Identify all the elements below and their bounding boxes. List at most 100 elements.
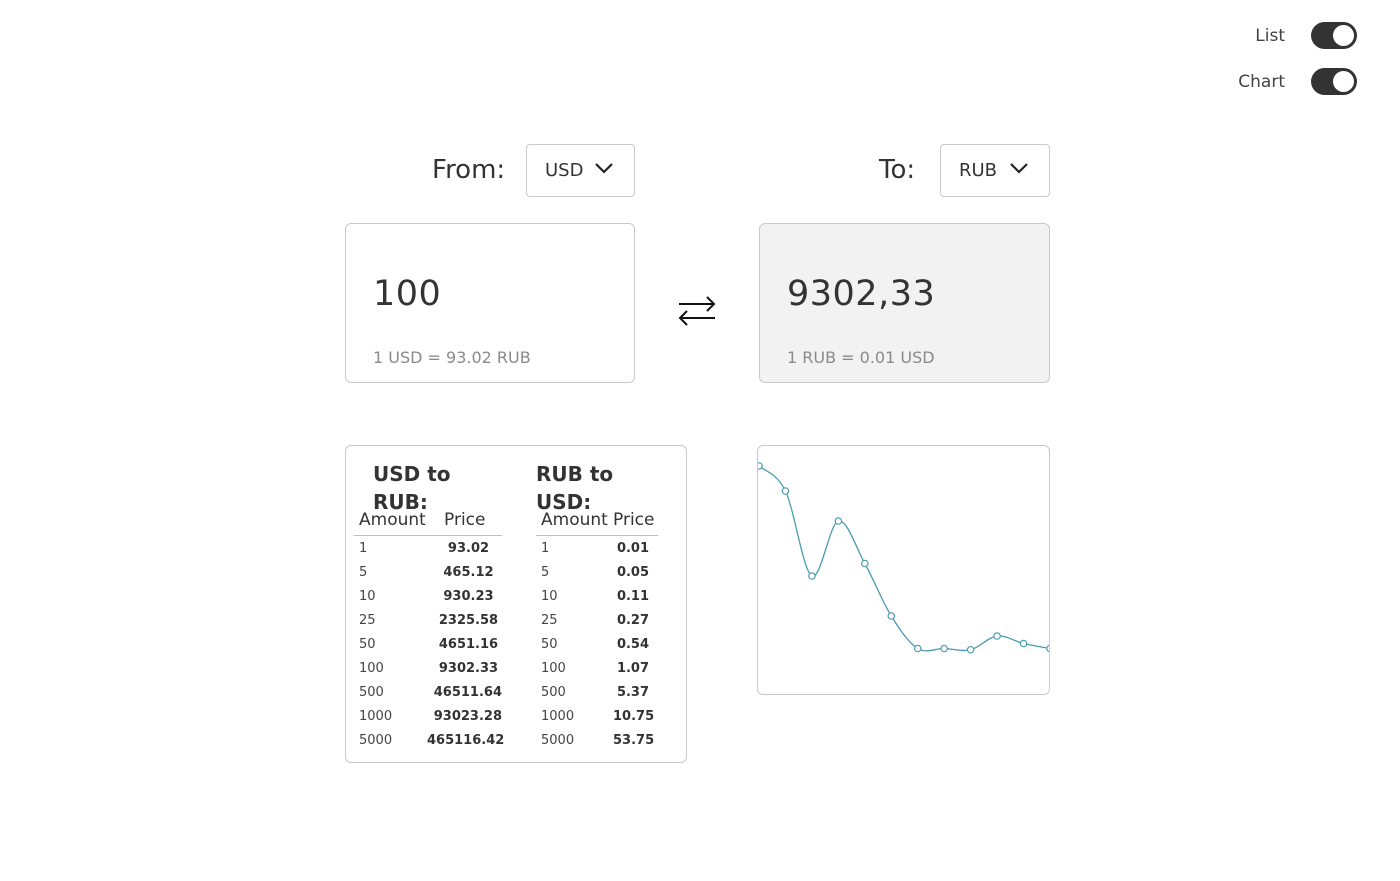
row-price: 0.27 xyxy=(616,612,650,628)
table-row: 10 0.11 xyxy=(536,584,658,608)
table-row: 500 46511.64 xyxy=(354,680,502,704)
list-toggle-switch[interactable] xyxy=(1311,22,1357,49)
row-price: 10.75 xyxy=(613,708,655,724)
swap-arrows-icon[interactable] xyxy=(677,293,717,329)
row-price: 465116.42 xyxy=(427,732,505,748)
rate-data-point xyxy=(913,644,922,653)
table-row: 100 9302.33 xyxy=(354,656,502,680)
row-price: 46511.64 xyxy=(433,684,502,700)
to-currency-value: RUB xyxy=(959,160,998,181)
row-amount: 1 xyxy=(359,540,368,556)
from-label: From: xyxy=(432,155,506,185)
row-price: 5.37 xyxy=(616,684,650,700)
from-currency-select[interactable]: USD xyxy=(526,144,635,197)
row-amount: 25 xyxy=(541,612,558,628)
header-amount: Amount xyxy=(541,510,608,530)
to-label: To: xyxy=(879,155,916,185)
row-price: 93023.28 xyxy=(433,708,502,724)
table-row: 1 0.01 xyxy=(536,536,658,560)
row-price: 465.12 xyxy=(443,564,494,580)
table-row: 1 93.02 xyxy=(354,536,502,560)
row-amount: 1 xyxy=(541,540,550,556)
row-price: 0.54 xyxy=(616,636,650,652)
row-amount: 50 xyxy=(359,636,376,652)
table-row: 50 4651.16 xyxy=(354,632,502,656)
to-amount-box: 9302,33 1 RUB = 0.01 USD xyxy=(759,223,1050,383)
rate-data-point xyxy=(781,487,790,495)
chart-toggle-row: Chart xyxy=(1238,68,1357,95)
usd-to-rub-list: USD to RUB: Amount Price 1 93.02 5 465.12 10… xyxy=(354,460,505,752)
to-amount-output: 9302,33 xyxy=(787,274,936,314)
rub-to-usd-list: RUB to USD: Amount Price 1 0.01 5 0.05 10 0.1… xyxy=(536,460,658,752)
table-row: 5 465.12 xyxy=(354,560,502,584)
header-price: Price xyxy=(613,510,655,530)
rate-data-point xyxy=(1046,644,1049,653)
row-amount: 5 xyxy=(541,564,550,580)
table-row: 5 0.05 xyxy=(536,560,658,584)
chart-toggle-switch[interactable] xyxy=(1311,68,1357,95)
row-amount: 25 xyxy=(359,612,376,628)
row-amount: 100 xyxy=(359,660,384,676)
header-amount: Amount xyxy=(359,510,426,530)
row-amount: 500 xyxy=(541,684,566,700)
table-header: Amount Price xyxy=(354,510,502,536)
chart-toggle-knob xyxy=(1333,71,1354,92)
row-amount: 100 xyxy=(541,660,566,676)
row-amount: 10 xyxy=(541,588,558,604)
table-row: 50 0.54 xyxy=(536,632,658,656)
list-toggle-row: List xyxy=(1255,22,1357,49)
table-row: 500 5.37 xyxy=(536,680,658,704)
table-body: 1 93.02 5 465.12 10 930.23 25 2325.58 50 4651.16 1… xyxy=(354,536,505,752)
rate-data-point xyxy=(861,559,869,568)
from-currency-value: USD xyxy=(545,160,584,181)
row-amount: 5000 xyxy=(541,732,575,748)
row-price: 4651.16 xyxy=(438,636,499,652)
table-body: 1 0.01 5 0.05 10 0.11 25 0.27 50 0.54 100 1.07 500 5.… xyxy=(536,536,658,752)
row-price: 1.07 xyxy=(616,660,650,676)
list-toggle-knob xyxy=(1333,25,1354,46)
row-amount: 50 xyxy=(541,636,558,652)
rate-data-point xyxy=(834,517,843,525)
chart-toggle-label: Chart xyxy=(1238,71,1285,92)
table-row: 25 2325.58 xyxy=(354,608,502,632)
row-price: 0.05 xyxy=(616,564,650,580)
table-row: 5000 465116.42 xyxy=(354,728,505,752)
list-title-left: USD to RUB: xyxy=(373,462,451,514)
rate-data-point xyxy=(940,644,948,653)
chevron-down-icon xyxy=(595,163,613,174)
table-row: 10 930.23 xyxy=(354,584,502,608)
to-currency-select[interactable]: RUB xyxy=(940,144,1050,197)
rate-data-point xyxy=(808,572,816,580)
row-amount: 500 xyxy=(359,684,384,700)
row-amount: 5 xyxy=(359,564,368,580)
row-amount: 1000 xyxy=(541,708,575,724)
row-price: 2325.58 xyxy=(438,612,499,628)
chevron-down-icon xyxy=(1010,163,1028,174)
table-row: 25 0.27 xyxy=(536,608,658,632)
header-price: Price xyxy=(444,510,486,530)
row-price: 0.01 xyxy=(616,540,650,556)
list-title-right: RUB to USD: xyxy=(536,462,614,514)
rate-data-point xyxy=(758,462,763,470)
rate-data-point xyxy=(887,612,896,620)
rate-data-point xyxy=(1019,639,1028,648)
to-rate-text: 1 RUB = 0.01 USD xyxy=(787,348,935,367)
from-amount-input[interactable]: 100 xyxy=(373,274,441,314)
row-price: 53.75 xyxy=(613,732,655,748)
row-amount: 10 xyxy=(359,588,376,604)
rate-chart-panel xyxy=(757,445,1050,695)
table-row: 1000 93023.28 xyxy=(354,704,502,728)
rate-chart xyxy=(758,462,1049,654)
row-amount: 1000 xyxy=(359,708,393,724)
rate-data-point xyxy=(993,632,1001,640)
row-price: 0.11 xyxy=(616,588,650,604)
from-amount-box[interactable]: 100 1 USD = 93.02 RUB xyxy=(345,223,635,383)
rate-series-line xyxy=(758,465,1049,652)
from-rate-text: 1 USD = 93.02 RUB xyxy=(373,348,531,367)
rate-data-point xyxy=(966,645,975,654)
row-price: 930.23 xyxy=(443,588,494,604)
conversion-list-panel: USD to RUB: Amount Price 1 93.02 5 465.12 10… xyxy=(345,445,687,763)
row-amount: 5000 xyxy=(359,732,393,748)
row-price: 93.02 xyxy=(447,540,490,556)
table-row: 100 1.07 xyxy=(536,656,658,680)
